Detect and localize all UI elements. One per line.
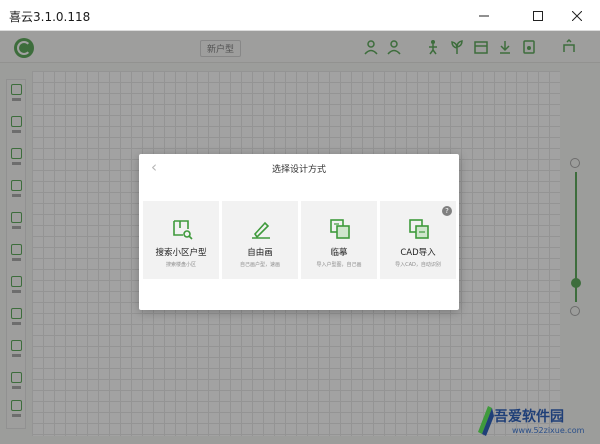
option-desc: 导入户型图，自己画 [316,262,362,268]
window-title: 喜云3.1.0.118 [9,10,91,24]
option-name: 临摹 [330,248,348,258]
dialog-title: 选择设计方式 [271,165,326,175]
option-search-plan[interactable]: 搜索小区户型 搜索楼盘小区 [143,201,219,279]
close-button[interactable] [554,0,600,31]
option-desc: 导入CAD，自动识别 [395,262,441,268]
option-desc: 自己画户型，速画 [239,262,280,268]
option-free-draw[interactable]: 自由画 自己画户型，速画 [222,201,298,279]
option-name: 搜索小区户型 [155,248,207,258]
trace-icon [330,219,350,239]
watermark-logo-icon [478,406,494,436]
minimize-button[interactable] [461,0,507,31]
design-mode-dialog: ‹ 选择设计方式 搜索小区户型 搜索楼盘小区 自由画 自己画户型，速画 临摹 导… [139,154,459,310]
watermark: 吾爱软件园 www.52zixue.com [454,398,600,442]
close-icon [572,10,582,21]
option-desc: 搜索楼盘小区 [165,262,196,268]
maximize-icon [533,10,543,21]
search-plan-icon [173,220,193,240]
option-name: 自由画 [247,248,273,258]
watermark-brand: 吾爱软件园 [494,409,564,425]
pen-draw-icon [252,221,270,239]
option-name: CAD导入 [400,248,436,258]
watermark-url: www.52zixue.com [512,426,585,435]
cad-import-icon [409,219,429,239]
help-icon[interactable]: ? [442,206,452,216]
window-titlebar: 喜云3.1.0.118 [0,0,600,31]
minimize-icon [479,15,489,16]
option-trace[interactable]: 临摹 导入户型图，自己画 [301,201,377,279]
